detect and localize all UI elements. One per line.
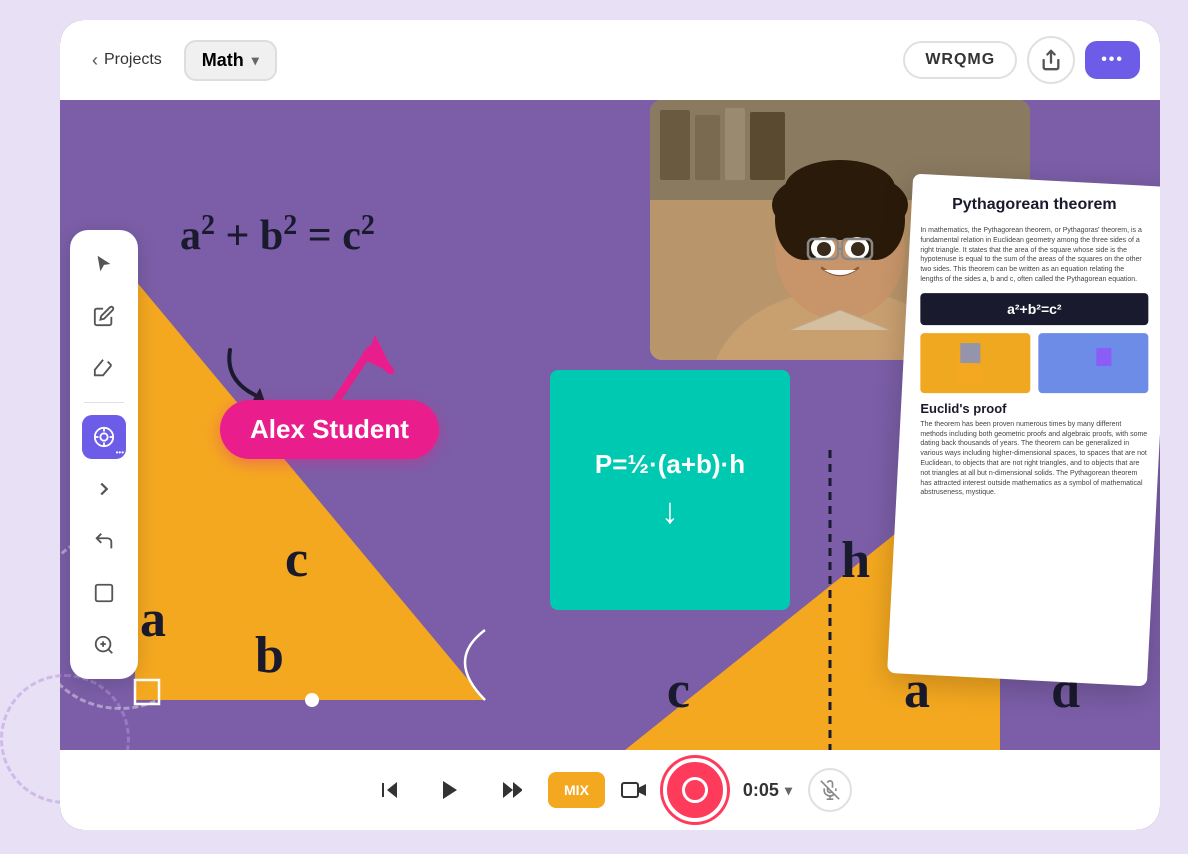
undo-tool[interactable]: [82, 519, 126, 563]
zoom-icon: [93, 634, 115, 656]
document-card: Pythagorean theorem In mathematics, the …: [887, 174, 1160, 687]
mute-button[interactable]: [808, 768, 852, 812]
share-icon: [1040, 49, 1062, 71]
pointer-tool[interactable]: [82, 242, 126, 286]
formula-text: P=½·(a+b)·h: [595, 449, 745, 480]
curved-arrow-svg: [215, 330, 295, 410]
share-button[interactable]: [1027, 36, 1075, 84]
chevron-right-icon: [93, 478, 115, 500]
tool-dots: •••: [116, 448, 124, 457]
record-button[interactable]: [663, 758, 727, 822]
mix-button[interactable]: MIX: [548, 772, 605, 808]
zoom-tool[interactable]: [82, 623, 126, 667]
timer-text: 0:05: [743, 780, 779, 801]
doc-body-text2: The theorem has been proven numerous tim…: [920, 420, 1148, 498]
record-container: [663, 758, 727, 822]
mute-icon: [820, 780, 840, 800]
rewind-button[interactable]: [368, 768, 412, 812]
floating-toolbar: •••: [70, 230, 138, 679]
shape-icon: [93, 582, 115, 604]
doc-img-1: [920, 333, 1030, 393]
pencil-tool[interactable]: [82, 294, 126, 338]
camera-button[interactable]: [621, 779, 647, 801]
project-dropdown[interactable]: Math ▾: [184, 40, 277, 81]
label-h: h: [841, 531, 870, 590]
name-badge: Alex Student: [220, 400, 439, 459]
back-label: Projects: [104, 51, 162, 69]
session-code: WRQMG: [903, 41, 1017, 79]
more-button[interactable]: •••: [1085, 41, 1140, 79]
target-tool[interactable]: •••: [82, 415, 126, 459]
pencil-icon: [93, 305, 115, 327]
doc-formula: a²+b²=c²: [920, 293, 1148, 325]
doc-images: [920, 333, 1148, 393]
doc-triangle2-icon: [1068, 338, 1118, 388]
play-icon: [438, 778, 462, 802]
undo-icon: [93, 530, 115, 552]
doc-body-text1: In mathematics, the Pythagorean theorem,…: [920, 226, 1148, 285]
fast-forward-icon: [498, 778, 522, 802]
doc-img-2: [1038, 333, 1148, 393]
label-c-hyp: c: [285, 530, 308, 589]
play-button[interactable]: [428, 768, 472, 812]
mix-label: MIX: [564, 782, 589, 798]
toolbar-separator: [84, 402, 124, 403]
eraser-icon: [93, 357, 115, 379]
more-icon: •••: [1101, 51, 1124, 68]
rewind-icon: [378, 778, 402, 802]
chevron-down-icon: ▾: [252, 52, 259, 69]
back-button[interactable]: ‹ Projects: [80, 42, 174, 79]
bottom-toolbar: MIX 0:05 ▾: [60, 750, 1160, 830]
target-icon: [93, 426, 115, 448]
timer-display: 0:05 ▾: [743, 780, 792, 801]
doc-triangle-icon: [950, 338, 1000, 388]
chevron-right-tool[interactable]: [82, 467, 126, 511]
top-bar: ‹ Projects Math ▾ WRQMG •••: [60, 20, 1160, 100]
record-inner: [682, 777, 708, 803]
back-arrow-icon: ‹: [92, 50, 98, 71]
eraser-tool[interactable]: [82, 346, 126, 390]
fast-forward-button[interactable]: [488, 768, 532, 812]
doc-section-title: Euclid's proof: [920, 401, 1148, 416]
project-name: Math: [202, 50, 244, 71]
canvas-area: •••: [60, 100, 1160, 770]
label-c-right: c: [667, 661, 690, 720]
label-b-left: b: [255, 626, 284, 685]
doc-card-inner: Pythagorean theorem In mathematics, the …: [920, 196, 1148, 498]
formula-arrow-icon: ↓: [661, 490, 679, 532]
cyan-rectangle: P=½·(a+b)·h ↓: [550, 370, 790, 610]
timer-chevron-icon: ▾: [785, 782, 792, 799]
app-container: ‹ Projects Math ▾ WRQMG •••: [60, 20, 1160, 830]
math-equation: a2 + b2 = c2: [180, 210, 375, 260]
pointer-icon: [93, 253, 115, 275]
doc-title: Pythagorean theorem: [920, 196, 1148, 214]
label-a: a: [140, 590, 166, 649]
shape-tool[interactable]: [82, 571, 126, 615]
camera-icon: [621, 779, 647, 801]
